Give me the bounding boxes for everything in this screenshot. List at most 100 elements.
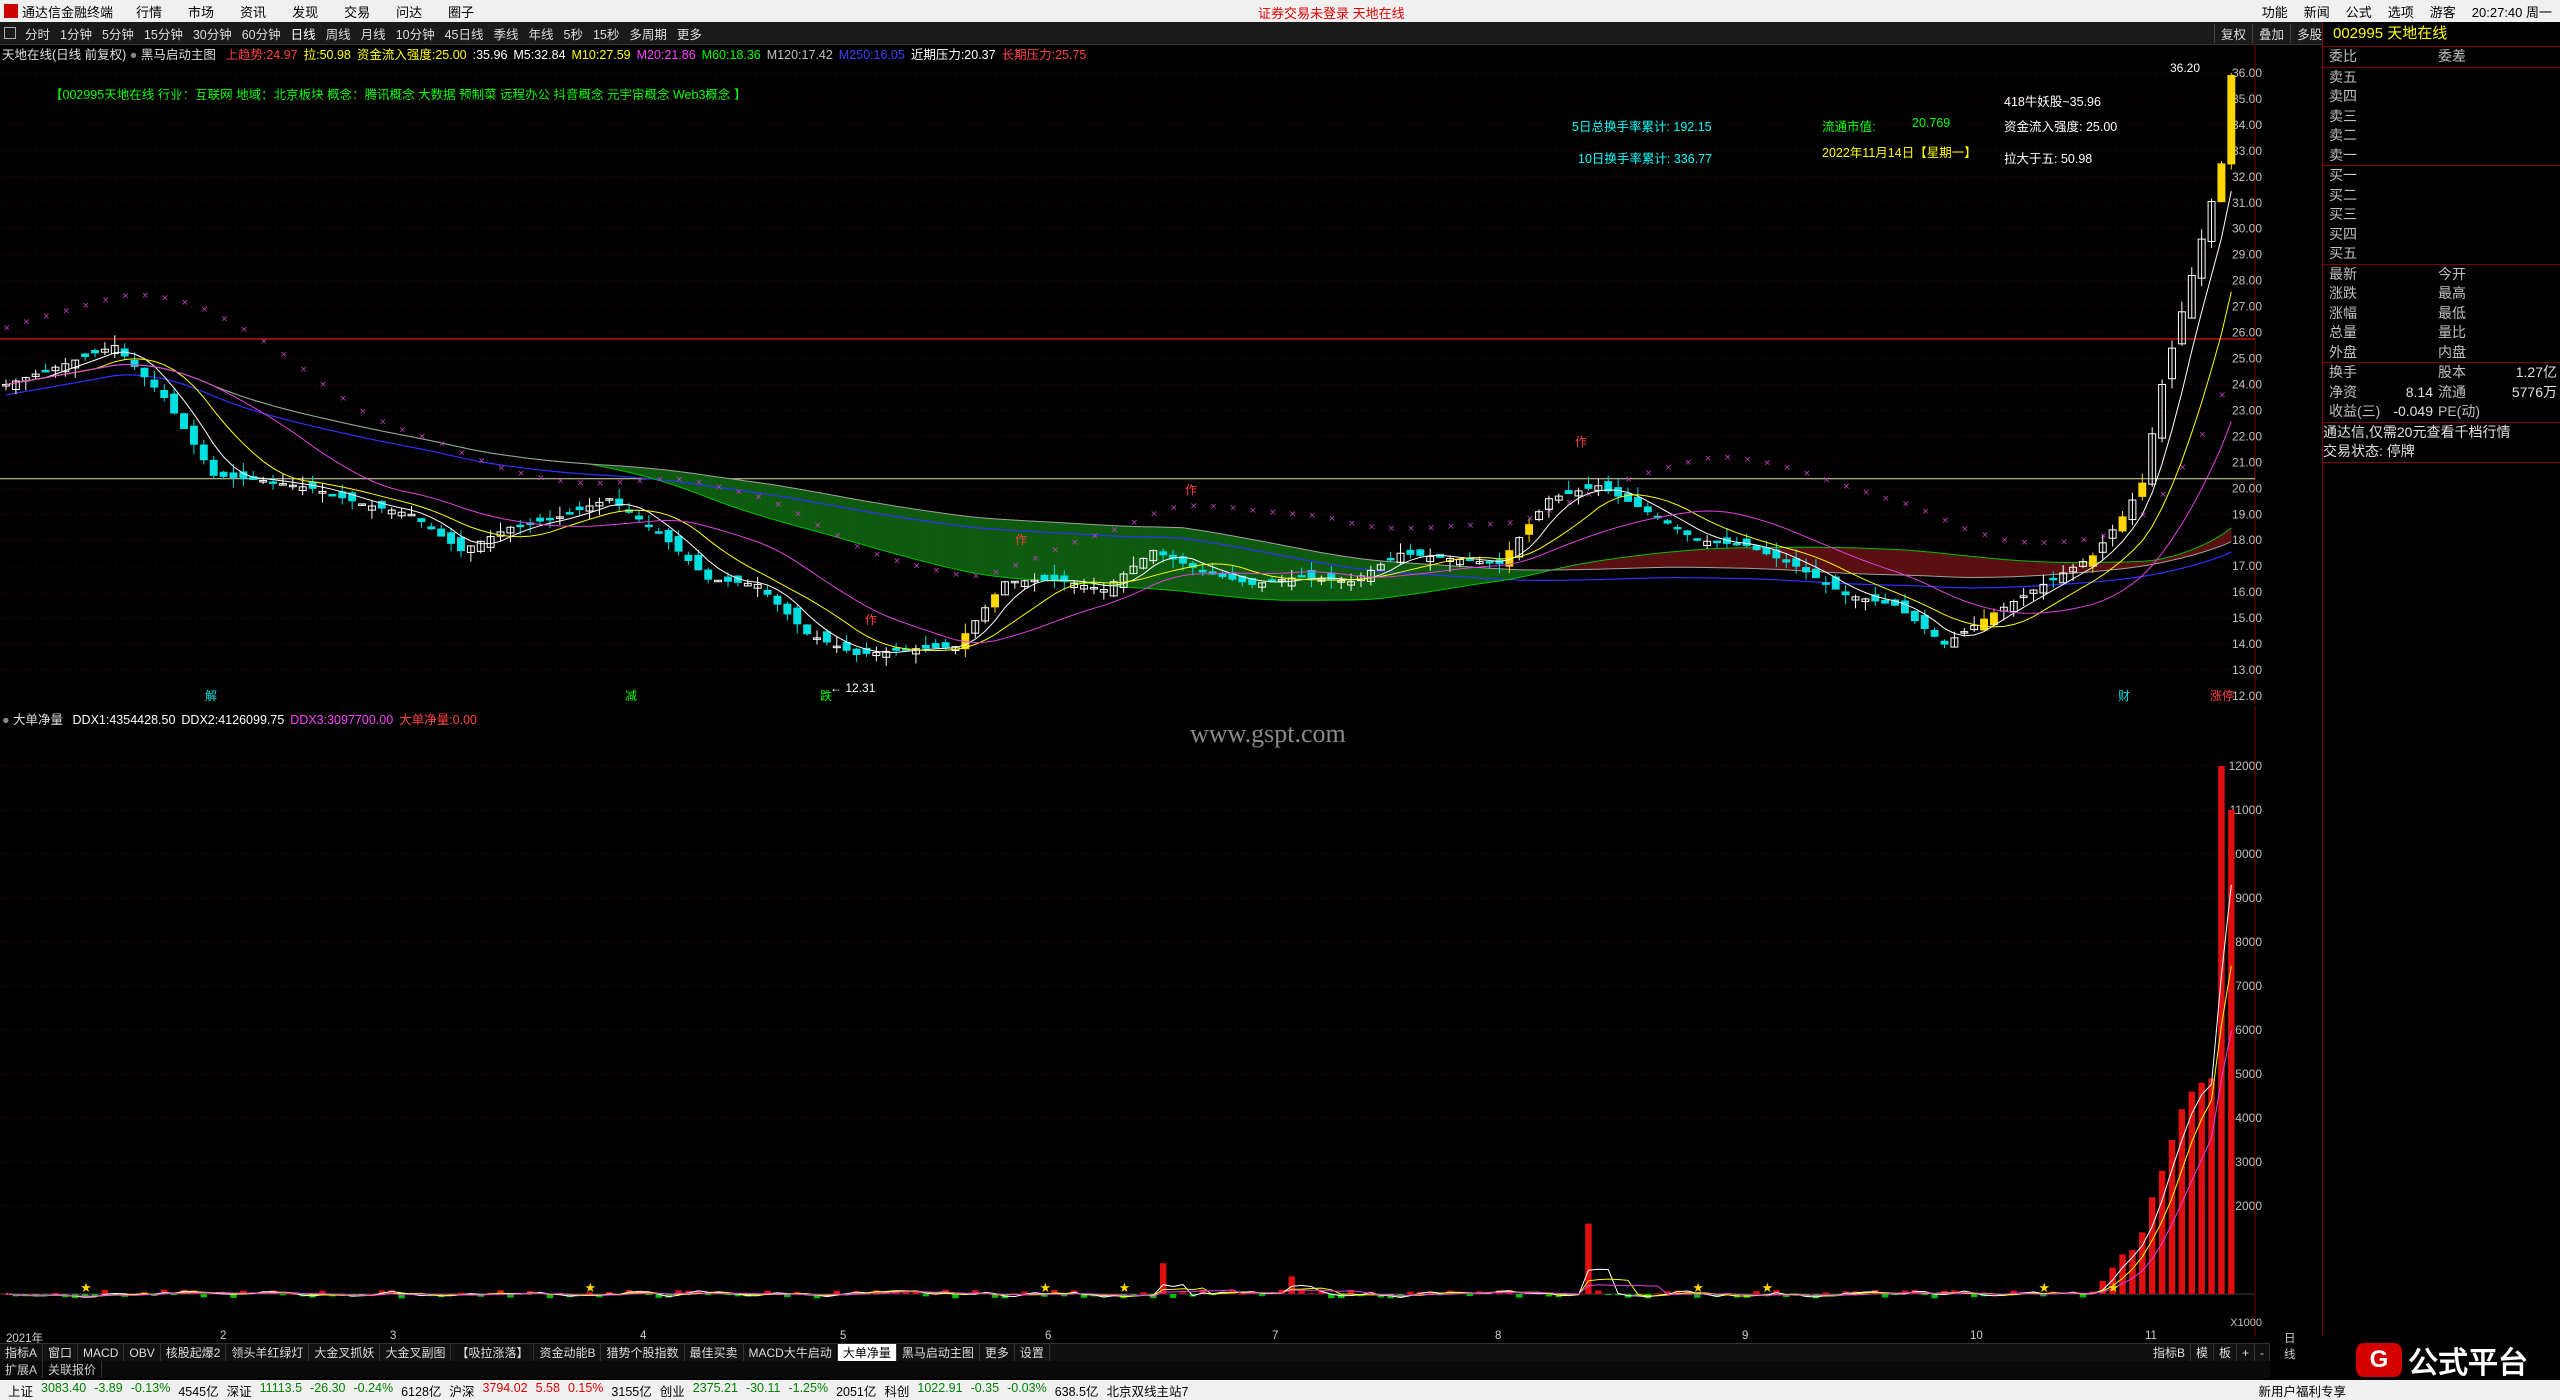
period-button[interactable]: 30分钟 [188,24,237,43]
y-tick-label: 14.00 [2232,637,2262,651]
tab-right-button[interactable]: 模 [2191,1344,2214,1362]
promo-text[interactable]: 通达信,仅需20元查看千档行情 [2323,423,2560,443]
fin-label: 流通 [2438,383,2466,400]
menu-item[interactable]: 市场 [175,2,227,21]
candle-body [2088,555,2097,567]
period-button[interactable]: 季线 [489,24,524,43]
period-button[interactable]: 月线 [356,24,391,43]
ddx2-line [5,965,2232,1298]
ma-ribbon-segment [1489,567,1500,583]
period-button[interactable]: 5分钟 [97,24,139,43]
inflow-label: 资金流入强度: 25.00 [2004,120,2118,134]
new-user-promo[interactable]: 新用户福利专享 [2254,1381,2350,1400]
indicator-tab[interactable]: 猎势个股指数 [601,1344,685,1362]
period-button[interactable]: 周线 [321,24,356,43]
period-button[interactable]: 60分钟 [237,24,286,43]
sub-chart-panel[interactable]: ● 大单净量 DDX1:4354428.50 DDX2:4126099.75 DDX… [0,706,2270,1336]
ma-ribbon-segment [1420,563,1431,594]
menu-item[interactable]: 问达 [383,2,435,21]
indicator-tab[interactable]: 核股起爆2 [161,1344,227,1362]
menu-right-item[interactable]: 新闻 [2296,2,2338,21]
toolbar-right-button[interactable]: 复权 [2214,23,2252,43]
indicator-tab[interactable]: 指标A [0,1344,44,1362]
ddx-bar [1970,1294,1978,1298]
indicator-tab[interactable]: 更多 [980,1344,1015,1362]
indicator-tab[interactable]: MACD [78,1344,125,1362]
indicator-tab[interactable]: 黑马启动主图 [897,1344,980,1362]
market-index-item: 上证 [8,1384,34,1399]
indicator-tab[interactable]: 【吸拉涨落】 [451,1344,535,1362]
tab-right-button[interactable]: 指标B [2148,1344,2191,1362]
trend-x-marker: × [854,542,862,552]
menu-item[interactable]: 交易 [331,2,383,21]
period-button[interactable]: 15分钟 [139,24,188,43]
buy-level-row: 买五 [2323,244,2560,264]
period-button[interactable]: 15秒 [588,24,624,43]
x-tick-label: 6 [1045,1330,1052,1342]
y-tick-label: 6000 [2235,1023,2262,1037]
xaxis-period-label: 日线 [2284,1333,2296,1361]
x-tick-label: 11 [2145,1330,2157,1342]
extension-tab[interactable]: 扩展A [0,1361,44,1378]
y-tick-label: 2000 [2235,1199,2262,1213]
period-button[interactable]: 45日线 [440,24,489,43]
menu-item[interactable]: 资讯 [227,2,279,21]
main-chart-panel[interactable]: 天地在线(日线 前复权) ● 黑马启动主图 上趋势:24.97 拉:50.98 资金… [0,44,2270,748]
indicator-tab[interactable]: 窗口 [43,1344,79,1362]
menu-right-item[interactable]: 公式 [2338,2,2380,21]
ma-ribbon-segment [1380,560,1391,599]
candle-body [1782,559,1791,563]
tab-right-button[interactable]: - [2255,1344,2270,1362]
indicator-tab[interactable]: 最佳买卖 [685,1344,744,1362]
candle-body [842,641,851,651]
indicator-tab[interactable]: 大金叉抓妖 [309,1344,381,1362]
indicator-tab[interactable]: 设置 [1015,1344,1050,1362]
ma-ribbon-segment [1924,551,1935,577]
indicator-tab[interactable]: 资金动能B [534,1344,602,1362]
period-button[interactable]: 5秒 [559,24,588,43]
ma-ribbon-segment [1746,547,1757,569]
y-tick-label: 4000 [2235,1111,2262,1125]
buy-level-row: 买二 [2323,186,2560,206]
candle-body [2217,163,2226,203]
menu-item[interactable]: 发现 [279,2,331,21]
ddx-bar [833,1290,841,1294]
extension-tab[interactable]: 关联报价 [43,1361,103,1378]
period-button[interactable]: 更多 [672,24,707,43]
market-index-item: -0.24% [353,1380,394,1395]
tab-right-button[interactable]: + [2237,1344,2255,1362]
ma-ribbon-segment [1627,555,1639,569]
ddx-bar [1308,1293,1315,1295]
period-button[interactable]: 分时 [20,24,55,43]
trend-x-marker: × [122,292,130,302]
ma-ribbon-segment [1934,552,1945,578]
market-index-item: 北京双线主站7 [1106,1384,1189,1399]
period-button[interactable]: 多周期 [624,24,672,43]
indicator-tab[interactable]: OBV [124,1344,161,1362]
menu-item[interactable]: 行情 [123,2,175,21]
menu-right-item[interactable]: 20:27:40 周一 [2464,2,2560,21]
period-button[interactable]: 日线 [286,24,321,43]
menu-item[interactable]: 圈子 [435,2,487,21]
high-label: 36.20 [2170,61,2200,75]
period-button[interactable]: 10分钟 [391,24,440,43]
toolbar-right-button[interactable]: 叠加 [2252,23,2290,43]
candle-body [269,481,278,484]
menu-right-item[interactable]: 选项 [2380,2,2422,21]
candle-body [150,379,159,388]
period-button[interactable]: 年线 [524,24,559,43]
candle-body [1752,545,1761,551]
fin-row: 换手 股本 1.27亿 [2323,363,2560,383]
trend-x-marker: × [498,464,506,474]
indicator-tab[interactable]: 大单净量 [837,1344,897,1362]
menu-right-item[interactable]: 游客 [2422,2,2464,21]
indicator-tab[interactable]: 领头羊红绿灯 [226,1344,310,1362]
menu-right-item[interactable]: 功能 [2254,2,2296,21]
y-tick-label: 26.00 [2232,326,2262,340]
trend-x-marker: × [715,482,723,492]
tab-right-button[interactable]: 板 [2214,1344,2237,1362]
period-button[interactable]: 1分钟 [55,24,97,43]
indicator-tab[interactable]: 大金叉副图 [380,1344,452,1362]
indicator-tab[interactable]: MACD大牛启动 [744,1344,838,1362]
candle-body [1633,497,1642,507]
